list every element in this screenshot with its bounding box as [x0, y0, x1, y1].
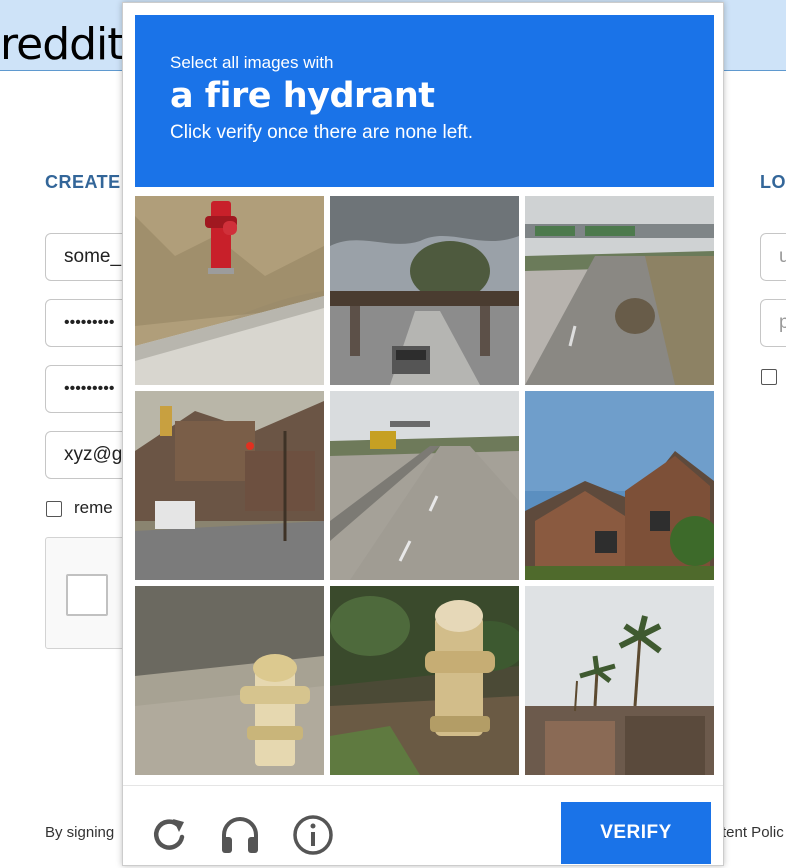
image-tile-4[interactable] [135, 391, 324, 580]
reddit-logo[interactable]: reddit [0, 20, 125, 70]
image-tile-8[interactable] [330, 586, 519, 775]
terms-text: By signing [45, 824, 115, 841]
image-tile-5[interactable] [330, 391, 519, 580]
recaptcha-checkbox[interactable] [66, 574, 108, 616]
instruction-line1: Select all images with [170, 53, 334, 72]
image-tile-3[interactable] [525, 196, 714, 385]
image-tile-7[interactable] [135, 586, 324, 775]
audio-headphones-icon[interactable] [218, 813, 262, 857]
image-tile-2[interactable] [330, 196, 519, 385]
captcha-instructions: Select all images with a fire hydrant Cl… [135, 15, 714, 187]
instruction-target-object: a fire hydrant [170, 76, 435, 116]
create-account-title: CREATE [45, 172, 121, 192]
image-tile-9[interactable] [525, 586, 714, 775]
instruction-line3: Click verify once there are none left. [170, 122, 474, 143]
remember-me-checkbox[interactable] [46, 501, 62, 517]
login-title: LO [760, 172, 786, 192]
login-username-field[interactable]: u [760, 233, 786, 281]
captcha-challenge-dialog: Select all images with a fire hydrant Cl… [122, 2, 724, 866]
info-icon[interactable] [291, 813, 335, 857]
verify-button[interactable]: VERIFY [561, 802, 711, 864]
content-policy-link[interactable]: tent Polic [722, 824, 784, 841]
image-tile-6[interactable] [525, 391, 714, 580]
captcha-footer: VERIFY [123, 785, 723, 868]
reload-icon[interactable] [148, 813, 192, 857]
remember-me-label: reme [74, 498, 113, 517]
image-grid [135, 196, 714, 775]
login-password-field[interactable]: p [760, 299, 786, 347]
login-remember-checkbox[interactable] [761, 369, 777, 385]
image-tile-1[interactable] [135, 196, 324, 385]
